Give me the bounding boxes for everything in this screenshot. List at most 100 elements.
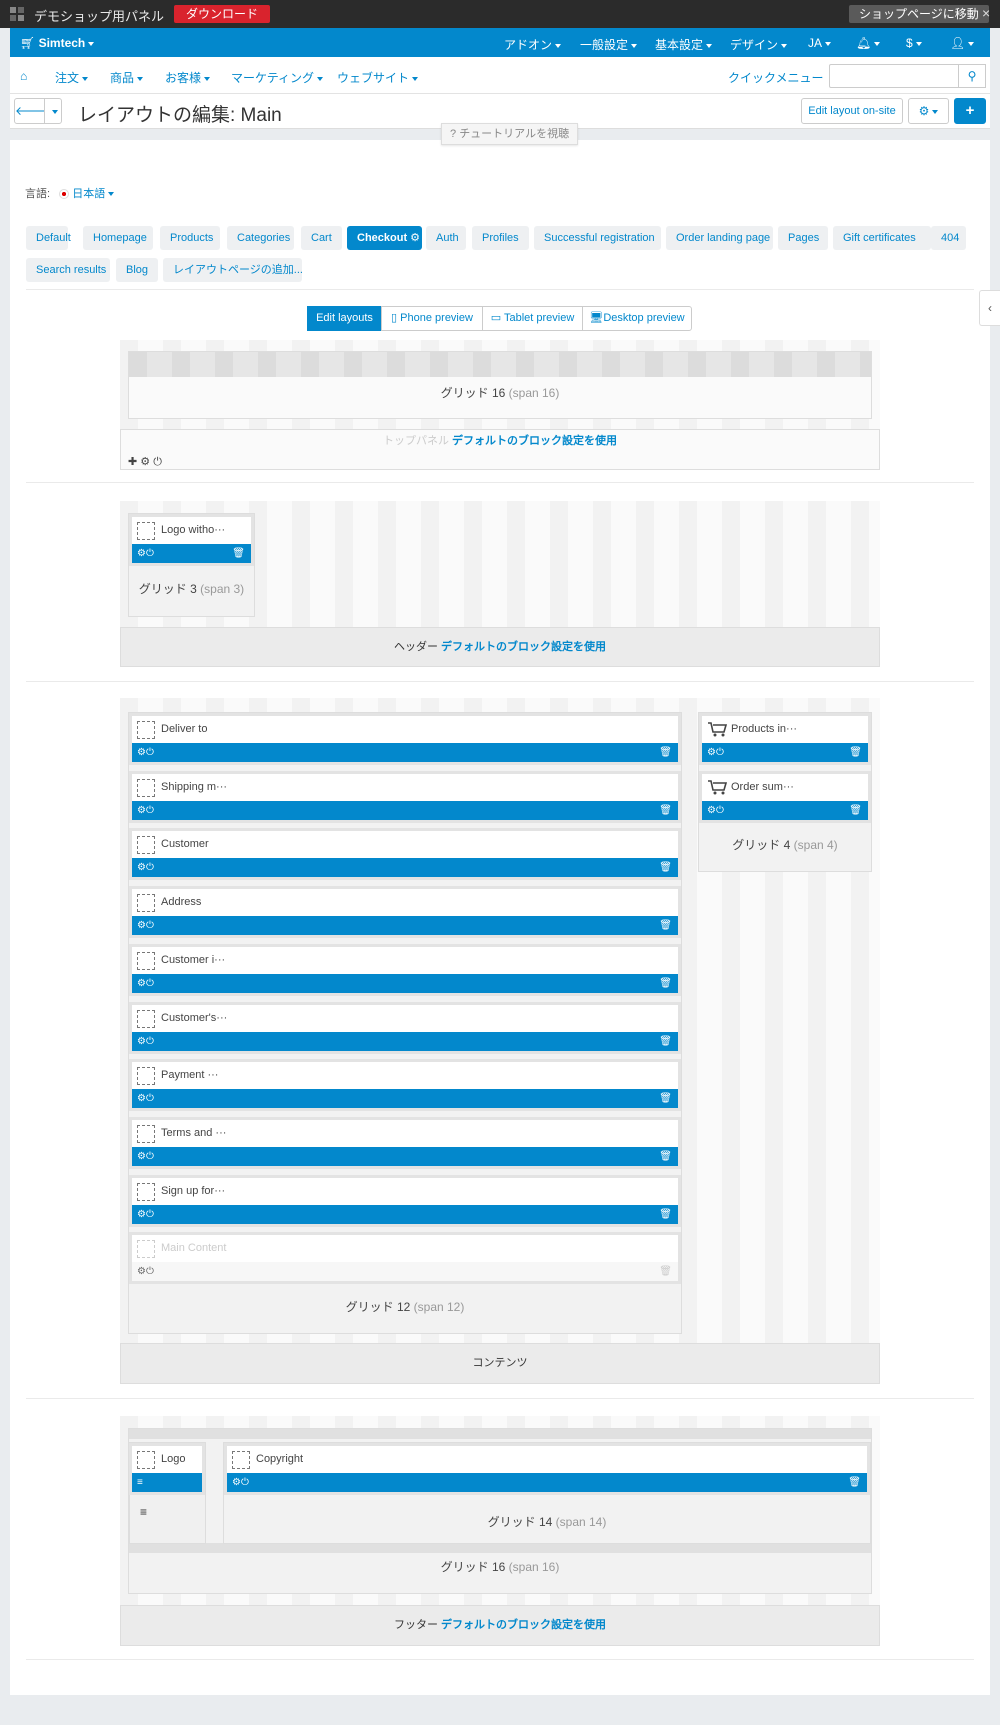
block-toolbar[interactable]: ⚙⏻ 🗑︎ <box>132 800 678 820</box>
trash-icon[interactable]: 🗑︎ <box>659 801 672 820</box>
store-selector[interactable]: 🛒︎ Simtech <box>20 36 95 50</box>
nav-website[interactable]: ウェブサイト <box>337 69 419 86</box>
tab-13[interactable]: Search results <box>26 258 110 282</box>
block-item[interactable]: Sign up for··· ⚙⏻ 🗑︎ <box>129 1174 681 1227</box>
block-item[interactable]: Shipping m··· ⚙⏻ 🗑︎ <box>129 770 681 823</box>
block-toolbar[interactable]: ⚙⏻ 🗑︎ <box>132 1031 678 1051</box>
trash-icon[interactable]: 🗑︎ <box>849 801 862 820</box>
tab-0[interactable]: Default <box>26 226 71 250</box>
user-icon[interactable]: 👤︎ <box>950 36 975 50</box>
trash-icon[interactable]: 🗑︎ <box>659 1262 672 1281</box>
block-toolbar[interactable]: ⚙⏻ 🗑︎ <box>132 1204 678 1224</box>
block-item[interactable]: Deliver to ⚙⏻ 🗑︎ <box>129 713 681 765</box>
block-item[interactable]: Payment ··· ⚙⏻ 🗑︎ <box>129 1059 681 1112</box>
block-toolbar[interactable]: ⚙⏻ 🗑︎ <box>132 1089 678 1109</box>
nav-orders[interactable]: 注文 <box>55 69 89 86</box>
phone-preview-button[interactable]: ▯ Phone preview <box>381 306 483 331</box>
block-logo[interactable]: Logo witho··· ⚙⏻ 🗑︎ <box>129 514 254 566</box>
block-toolbar[interactable]: ⚙⏻ 🗑︎ <box>132 1146 678 1166</box>
top-panel-tools[interactable]: ✚ ⚙ ⏻ <box>128 455 162 469</box>
header-default-link[interactable]: デフォルトのブロック設定を使用 <box>441 641 606 653</box>
block-item[interactable]: Terms and ··· ⚙⏻ 🗑︎ <box>129 1116 681 1169</box>
search-icon[interactable]: ⚲ <box>959 64 986 88</box>
block-toolbar[interactable]: ≡ <box>132 1473 202 1492</box>
block-item[interactable]: Customer ⚙⏻ 🗑︎ <box>129 828 681 881</box>
trash-icon[interactable]: 🗑︎ <box>659 1032 672 1051</box>
menu-icon[interactable]: ≡ <box>140 1505 147 1519</box>
gear-icon[interactable]: ⚙ <box>407 232 420 244</box>
trash-icon[interactable]: 🗑︎ <box>848 1473 861 1492</box>
block-copyright[interactable]: Copyright ⚙⏻ 🗑︎ <box>224 1443 870 1495</box>
block-footer-logo[interactable]: Logo ≡ <box>129 1443 205 1495</box>
block-toolbar[interactable]: ⚙⏻ 🗑︎ <box>132 1262 678 1282</box>
search-input[interactable] <box>829 64 959 88</box>
close-icon[interactable]: × <box>982 5 990 21</box>
top-panel-default-link[interactable]: デフォルトのブロック設定を使用 <box>452 435 617 447</box>
tab-4[interactable]: Cart <box>301 226 342 250</box>
trash-icon[interactable]: 🗑︎ <box>232 544 245 563</box>
nav-products[interactable]: 商品 <box>110 69 144 86</box>
block-toolbar[interactable]: ⚙⏻ 🗑︎ <box>702 800 868 820</box>
desktop-preview-button[interactable]: 🖥︎Desktop preview <box>582 306 692 331</box>
language-selector[interactable]: 言語: 日本語 <box>25 185 115 201</box>
download-button[interactable]: ダウンロード <box>174 5 271 23</box>
menu-language[interactable]: JA <box>808 36 832 50</box>
menu-addons[interactable]: アドオン <box>504 36 562 53</box>
trash-icon[interactable]: 🗑︎ <box>659 1147 672 1166</box>
quick-menu[interactable]: クイックメニュー <box>728 69 824 86</box>
block-toolbar[interactable]: ⚙⏻ 🗑︎ <box>132 916 678 936</box>
trash-icon[interactable]: 🗑︎ <box>659 916 672 935</box>
block-item[interactable]: Customer i··· ⚙⏻ 🗑︎ <box>129 943 681 996</box>
tab-15[interactable]: レイアウトページの追加... <box>163 258 303 282</box>
menu-currency[interactable]: $ <box>906 36 922 50</box>
block-toolbar[interactable]: ⚙⏻ 🗑︎ <box>132 973 678 993</box>
tab-5[interactable]: Checkout ⚙ <box>347 226 422 250</box>
tab-6[interactable]: Auth <box>426 226 466 250</box>
gear-icon[interactable]: ⚙ <box>908 98 949 124</box>
tab-1[interactable]: Homepage <box>83 226 153 250</box>
edit-layouts-button[interactable]: Edit layouts <box>307 306 382 331</box>
block-item[interactable]: Main Content ⚙⏻ 🗑︎ <box>129 1232 681 1285</box>
block-item[interactable]: Customer's··· ⚙⏻ 🗑︎ <box>129 1001 681 1054</box>
trash-icon[interactable]: 🗑︎ <box>659 743 672 762</box>
tab-9[interactable]: Order landing page <box>666 226 773 250</box>
block-toolbar[interactable]: ⚙⏻ 🗑︎ <box>132 858 678 878</box>
edit-layout-on-site-button[interactable]: Edit layout on-site <box>801 98 903 124</box>
block-item[interactable]: Address ⚙⏻ 🗑︎ <box>129 886 681 939</box>
footer-default-link[interactable]: デフォルトのブロック設定を使用 <box>441 1619 606 1631</box>
sidebar-toggle-chevron-icon[interactable]: ‹ <box>979 290 1000 326</box>
tab-2[interactable]: Products <box>160 226 220 250</box>
tutorial-button[interactable]: ? チュートリアルを視聴 <box>441 123 579 145</box>
block-toolbar[interactable]: ⚙⏻ 🗑︎ <box>132 743 678 762</box>
home-icon[interactable]: ⌂ <box>20 69 27 83</box>
chevron-down-icon[interactable] <box>44 98 62 124</box>
tablet-preview-button[interactable]: ▭ Tablet preview <box>482 306 583 331</box>
tab-14[interactable]: Blog <box>116 258 158 282</box>
menu-general[interactable]: 一般設定 <box>580 36 638 53</box>
menu-design[interactable]: デザイン <box>730 36 788 53</box>
block-toolbar[interactable]: ⚙⏻ 🗑︎ <box>702 743 868 762</box>
back-arrow-icon[interactable]: 🡐 <box>14 98 47 124</box>
nav-marketing[interactable]: マーケティング <box>231 69 324 86</box>
nav-customers[interactable]: お客様 <box>165 69 211 86</box>
trash-icon[interactable]: 🗑︎ <box>659 858 672 877</box>
tab-3[interactable]: Categories <box>227 226 294 250</box>
trash-icon[interactable]: 🗑︎ <box>849 743 862 762</box>
tab-11[interactable]: Gift certificates <box>833 226 931 250</box>
block-item[interactable]: Order sum··· ⚙⏻ 🗑︎ <box>699 770 871 823</box>
add-button[interactable]: + <box>954 98 986 124</box>
block-item[interactable]: Products in··· ⚙⏻ 🗑︎ <box>699 713 871 765</box>
go-to-shop-button[interactable]: ショップページに移動 <box>849 5 989 23</box>
tab-8[interactable]: Successful registration <box>534 226 661 250</box>
trash-icon[interactable]: 🗑︎ <box>659 1205 672 1224</box>
bell-icon[interactable]: 🔔︎ <box>856 36 881 50</box>
trash-icon[interactable]: 🗑︎ <box>659 974 672 993</box>
menu-basic-settings[interactable]: 基本設定 <box>655 36 713 53</box>
tab-7[interactable]: Profiles <box>472 226 529 250</box>
top-panel-grid[interactable]: グリッド 16 (span 16) <box>128 351 872 419</box>
block-toolbar[interactable]: ⚙⏻ 🗑︎ <box>227 1473 867 1492</box>
block-toolbar[interactable]: ⚙⏻ 🗑︎ <box>132 544 251 563</box>
tab-10[interactable]: Pages <box>778 226 828 250</box>
trash-icon[interactable]: 🗑︎ <box>659 1089 672 1108</box>
tab-12[interactable]: 404 <box>931 226 966 250</box>
